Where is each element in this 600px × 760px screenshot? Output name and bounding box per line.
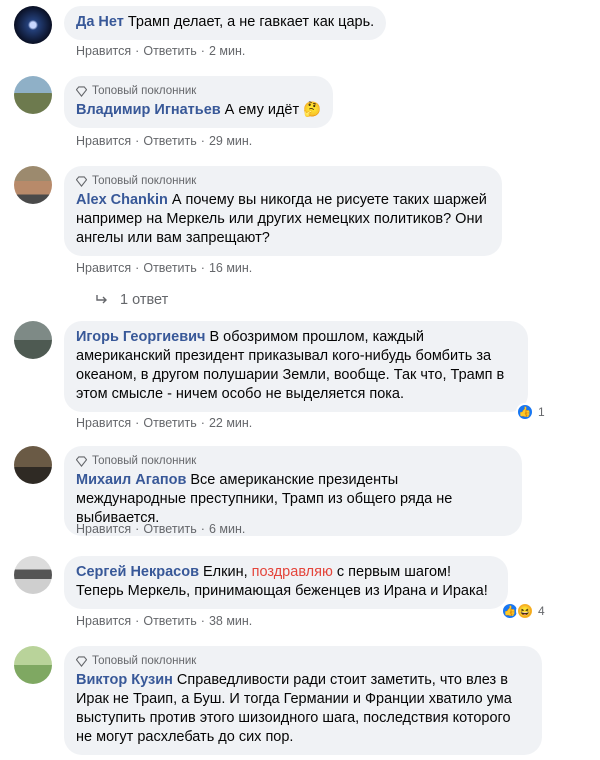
badge-label: Топовый поклонник: [92, 85, 197, 97]
like-link[interactable]: Нравится: [76, 522, 131, 536]
comment-bubble: Топовый поклонник Alex Chankin А почему в…: [64, 166, 502, 256]
separator: ·: [200, 44, 205, 58]
badge-label: Топовый поклонник: [92, 455, 197, 467]
view-replies-link[interactable]: 1 ответ: [94, 292, 168, 308]
diamond-icon: [76, 175, 87, 187]
like-reaction-icon: 👍: [516, 403, 534, 421]
comment-author[interactable]: Да Нет: [76, 14, 124, 30]
reply-link[interactable]: Ответить: [143, 261, 196, 275]
avatar[interactable]: [14, 76, 52, 114]
comment-text-start: Елкин,: [203, 564, 252, 580]
comment-author[interactable]: Сергей Некрасов: [76, 564, 199, 580]
separator: ·: [135, 134, 140, 148]
separator: ·: [135, 614, 140, 628]
reply-link[interactable]: Ответить: [143, 44, 196, 58]
comment-actions: Нравится · Ответить · 22 мин.: [76, 416, 252, 430]
reply-link[interactable]: Ответить: [143, 522, 196, 536]
comment-actions: Нравится · Ответить · 29 мин.: [76, 134, 252, 148]
reply-link[interactable]: Ответить: [143, 614, 196, 628]
avatar[interactable]: [14, 446, 52, 484]
comment-author[interactable]: Виктор Кузин: [76, 672, 173, 688]
reactions-summary[interactable]: 👍 1: [516, 403, 545, 421]
comment-time[interactable]: 16 мин.: [209, 261, 252, 275]
top-fan-badge: Топовый поклонник: [76, 653, 530, 669]
separator: ·: [200, 261, 205, 275]
comment-time[interactable]: 29 мин.: [209, 134, 252, 148]
comment-author[interactable]: Игорь Георгиевич: [76, 329, 205, 345]
avatar[interactable]: [14, 321, 52, 359]
diamond-icon: [76, 655, 87, 667]
comment-bubble: Да Нет Трамп делает, а не гавкает как цар…: [64, 6, 387, 40]
comment-author[interactable]: Михаил Агапов: [76, 472, 186, 488]
separator: ·: [200, 522, 205, 536]
replies-count[interactable]: 1 ответ: [120, 292, 168, 308]
separator: ·: [135, 44, 140, 58]
haha-reaction-icon: 😆: [516, 602, 534, 620]
like-link[interactable]: Нравится: [76, 614, 131, 628]
comment-actions: Нравится · Ответить · 16 мин.: [76, 261, 252, 275]
comment-actions: Нравится · Ответить · 6 мин.: [76, 522, 245, 536]
comment-actions: Нравится · Ответить · 2 мин.: [76, 44, 245, 58]
comment-author[interactable]: Владимир Игнатьев: [76, 102, 221, 118]
top-fan-badge: Топовый поклонник: [76, 453, 510, 469]
top-fan-badge: Топовый поклонник: [76, 173, 490, 189]
badge-label: Топовый поклонник: [92, 655, 197, 667]
comment-bubble: Сергей Некрасов Елкин, поздравляю с первы…: [64, 556, 508, 609]
diamond-icon: [76, 455, 87, 467]
reaction-count: 1: [538, 405, 545, 419]
highlighted-word: поздравляю: [251, 564, 333, 580]
comment-text: А ему идёт 🤔: [224, 102, 322, 118]
comment-text: Трамп делает, а не гавкает как царь.: [127, 14, 375, 30]
separator: ·: [135, 261, 140, 275]
like-link[interactable]: Нравится: [76, 416, 131, 430]
comment-time[interactable]: 6 мин.: [209, 522, 245, 536]
comment-bubble: Игорь Георгиевич В обозримом прошлом, каж…: [64, 321, 528, 412]
separator: ·: [135, 416, 140, 430]
separator: ·: [200, 416, 205, 430]
avatar[interactable]: [14, 646, 52, 684]
badge-label: Топовый поклонник: [92, 175, 197, 187]
comment-bubble: Топовый поклонник Владимир Игнатьев А ему…: [64, 76, 334, 128]
reactions-summary[interactable]: 👍 😆 4: [501, 602, 545, 620]
reply-arrow-icon: [96, 295, 107, 304]
comment-time[interactable]: 2 мин.: [209, 44, 245, 58]
separator: ·: [200, 614, 205, 628]
top-fan-badge: Топовый поклонник: [76, 83, 321, 99]
reply-link[interactable]: Ответить: [143, 134, 196, 148]
avatar[interactable]: [14, 6, 52, 44]
reply-link[interactable]: Ответить: [143, 416, 196, 430]
like-link[interactable]: Нравится: [76, 261, 131, 275]
diamond-icon: [76, 85, 87, 97]
comment-actions: Нравится · Ответить · 38 мин.: [76, 614, 252, 628]
avatar[interactable]: [14, 166, 52, 204]
like-link[interactable]: Нравится: [76, 44, 131, 58]
separator: ·: [135, 522, 140, 536]
like-link[interactable]: Нравится: [76, 134, 131, 148]
comment-time[interactable]: 38 мин.: [209, 614, 252, 628]
comment-author[interactable]: Alex Chankin: [76, 192, 168, 208]
separator: ·: [200, 134, 205, 148]
comment-bubble: Топовый поклонник Виктор Кузин Справедлив…: [64, 646, 542, 755]
reaction-count: 4: [538, 604, 545, 618]
comment-time[interactable]: 22 мин.: [209, 416, 252, 430]
avatar[interactable]: [14, 556, 52, 594]
